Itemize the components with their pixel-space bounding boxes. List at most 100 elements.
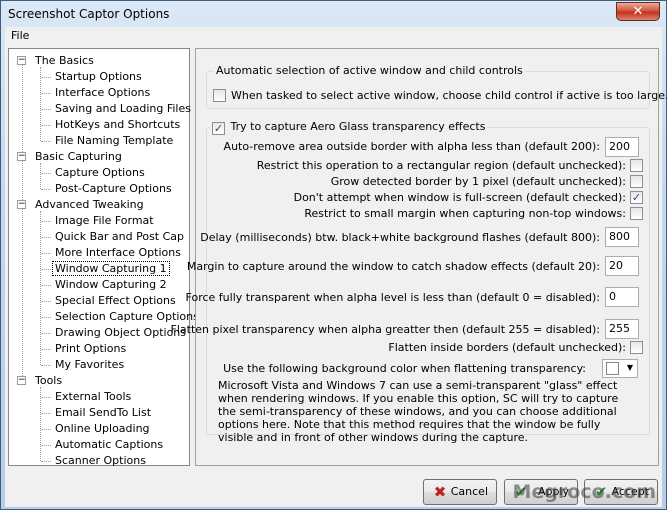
tree-item-label: Interface Options	[55, 86, 151, 99]
aero-group-header: ✓ Try to capture Aero Glass transparency…	[210, 120, 488, 135]
tree-item[interactable]: Window Capturing 2	[55, 277, 167, 293]
bgcolor-label: Use the following background color when …	[223, 362, 586, 375]
tree-group-label: The Basics	[35, 54, 94, 67]
tree-item[interactable]: Capture Options	[55, 165, 145, 181]
small-margin-checkbox[interactable]	[630, 207, 643, 220]
child-control-checkbox[interactable]	[213, 89, 226, 102]
tree-item-label: Drawing Object Options	[55, 326, 187, 339]
tree-item[interactable]: Online Uploading	[55, 421, 150, 437]
tree-item[interactable]: Interface Options	[55, 85, 150, 101]
tree-item[interactable]: Post-Capture Options	[55, 181, 172, 197]
tree-item[interactable]: External Tools	[55, 389, 131, 405]
tree-group-label: Tools	[35, 374, 63, 387]
menu-file[interactable]: File	[11, 29, 29, 42]
alpha-input[interactable]: 200	[605, 137, 639, 157]
grow-border-label: Grow detected border by 1 pixel (default…	[330, 175, 626, 188]
tree-item[interactable]: Window Capturing 1	[52, 261, 170, 277]
tree-item-label: Window Capturing 2	[55, 278, 167, 291]
tree-item-label: Saving and Loading Files	[55, 102, 191, 115]
tree-connector	[41, 93, 51, 94]
tree-connector	[41, 445, 51, 446]
menu-bar: File	[5, 27, 662, 45]
tree-connector	[41, 413, 51, 414]
tree-item-label: Window Capturing 1	[52, 261, 170, 276]
cancel-button[interactable]: ✖ Cancel	[423, 479, 497, 505]
tree-group-label: Advanced Tweaking	[35, 198, 144, 211]
tree-connector	[41, 269, 51, 270]
cancel-x-icon: ✖	[433, 483, 447, 501]
watermark: Megroco.com	[512, 481, 656, 503]
tree-connector	[41, 333, 51, 334]
tree-item[interactable]: Automatic Captions	[55, 437, 163, 453]
flatten-label: Flatten pixel transparency when alpha gr…	[170, 323, 600, 336]
tree-item[interactable]: Drawing Object Options	[55, 325, 186, 341]
tree-item-label: Special Effect Options	[55, 294, 176, 307]
fullscreen-checkbox[interactable]: ✓	[630, 191, 643, 204]
tree-connector	[41, 317, 51, 318]
tree-connector	[41, 285, 51, 286]
tree-group[interactable]: Basic Capturing	[35, 149, 122, 165]
client-area: − The Basics Startup Options Interface Opti…	[5, 45, 667, 507]
tree-item-label: Selection Capture Options	[55, 310, 199, 323]
alpha-label: Auto-remove area outside border with alp…	[223, 140, 600, 153]
tree-connector	[41, 349, 51, 350]
tree-expander-icon[interactable]: −	[17, 376, 26, 385]
bgcolor-swatch	[606, 362, 619, 375]
tree-connector	[41, 397, 51, 398]
tree-item[interactable]: Scanner Options	[55, 453, 146, 469]
close-button[interactable]: ✕	[616, 2, 660, 21]
window-title: Screenshot Captor Options	[8, 7, 170, 21]
tree-item[interactable]: Saving and Loading Files	[55, 101, 191, 117]
tree-group[interactable]: Advanced Tweaking	[35, 197, 144, 213]
tree-connector	[41, 189, 51, 190]
tree-connector	[41, 109, 51, 110]
tree-item-label: Startup Options	[55, 70, 142, 83]
settings-panel: Automatic selection of active window and…	[171, 48, 667, 466]
tree-item[interactable]: Special Effect Options	[55, 293, 176, 309]
aero-description: Microsoft Vista and Windows 7 can use a …	[218, 379, 619, 444]
tree-item[interactable]: Quick Bar and Post Cap	[55, 229, 184, 245]
tree-item-label: File Naming Template	[55, 134, 174, 147]
margin-input[interactable]: 20	[605, 256, 639, 276]
aero-checkbox[interactable]: ✓	[212, 122, 225, 135]
tree-item-label: HotKeys and Shortcuts	[55, 118, 181, 131]
tree-connector	[41, 237, 51, 238]
tree-expander-icon[interactable]: −	[17, 200, 26, 209]
options-tree[interactable]: − The Basics Startup Options Interface Opti…	[8, 48, 199, 469]
tree-item-label: External Tools	[55, 390, 132, 403]
tree-item[interactable]: Print Options	[55, 341, 126, 357]
bgcolor-picker[interactable]: ▼	[602, 359, 638, 378]
tree-connector	[40, 211, 41, 365]
tree-connector	[41, 173, 51, 174]
tree-connector	[41, 253, 51, 254]
tree-connector	[41, 141, 51, 142]
flatten-input[interactable]: 255	[605, 319, 639, 339]
tree-expander-icon[interactable]: −	[17, 152, 26, 161]
tree-item[interactable]: Startup Options	[55, 69, 142, 85]
tree-item[interactable]: More Interface Options	[55, 245, 181, 261]
tree-connector	[40, 67, 41, 141]
options-window: Screenshot Captor Options ✕ File − The Ba…	[0, 0, 667, 510]
tree-item[interactable]: Email SendTo List	[55, 405, 151, 421]
tree-connector	[41, 221, 51, 222]
restrict-rect-checkbox[interactable]	[630, 159, 643, 172]
grow-border-checkbox[interactable]	[630, 175, 643, 188]
tree-connector	[41, 301, 51, 302]
tree-item-label: Post-Capture Options	[55, 182, 172, 195]
flatten-inside-checkbox[interactable]	[630, 341, 643, 354]
tree-item[interactable]: Image File Format	[55, 213, 154, 229]
title-bar[interactable]: Screenshot Captor Options ✕	[1, 1, 666, 27]
tree-item[interactable]: My Favorites	[55, 357, 124, 373]
tree-connector	[40, 387, 41, 461]
tree-connector	[41, 429, 51, 430]
force-transparent-input[interactable]: 0	[605, 287, 639, 307]
child-control-label: When tasked to select active window, cho…	[231, 89, 667, 102]
tree-expander-icon[interactable]: −	[17, 56, 26, 65]
tree-group[interactable]: The Basics	[35, 53, 94, 69]
tree-connector	[22, 62, 23, 382]
flatten-inside-label: Flatten inside borders (default unchecke…	[388, 341, 626, 354]
tree-item[interactable]: HotKeys and Shortcuts	[55, 117, 180, 133]
tree-item[interactable]: File Naming Template	[55, 133, 173, 149]
restrict-rect-label: Restrict this operation to a rectangular…	[256, 159, 626, 172]
delay-input[interactable]: 800	[605, 227, 639, 247]
